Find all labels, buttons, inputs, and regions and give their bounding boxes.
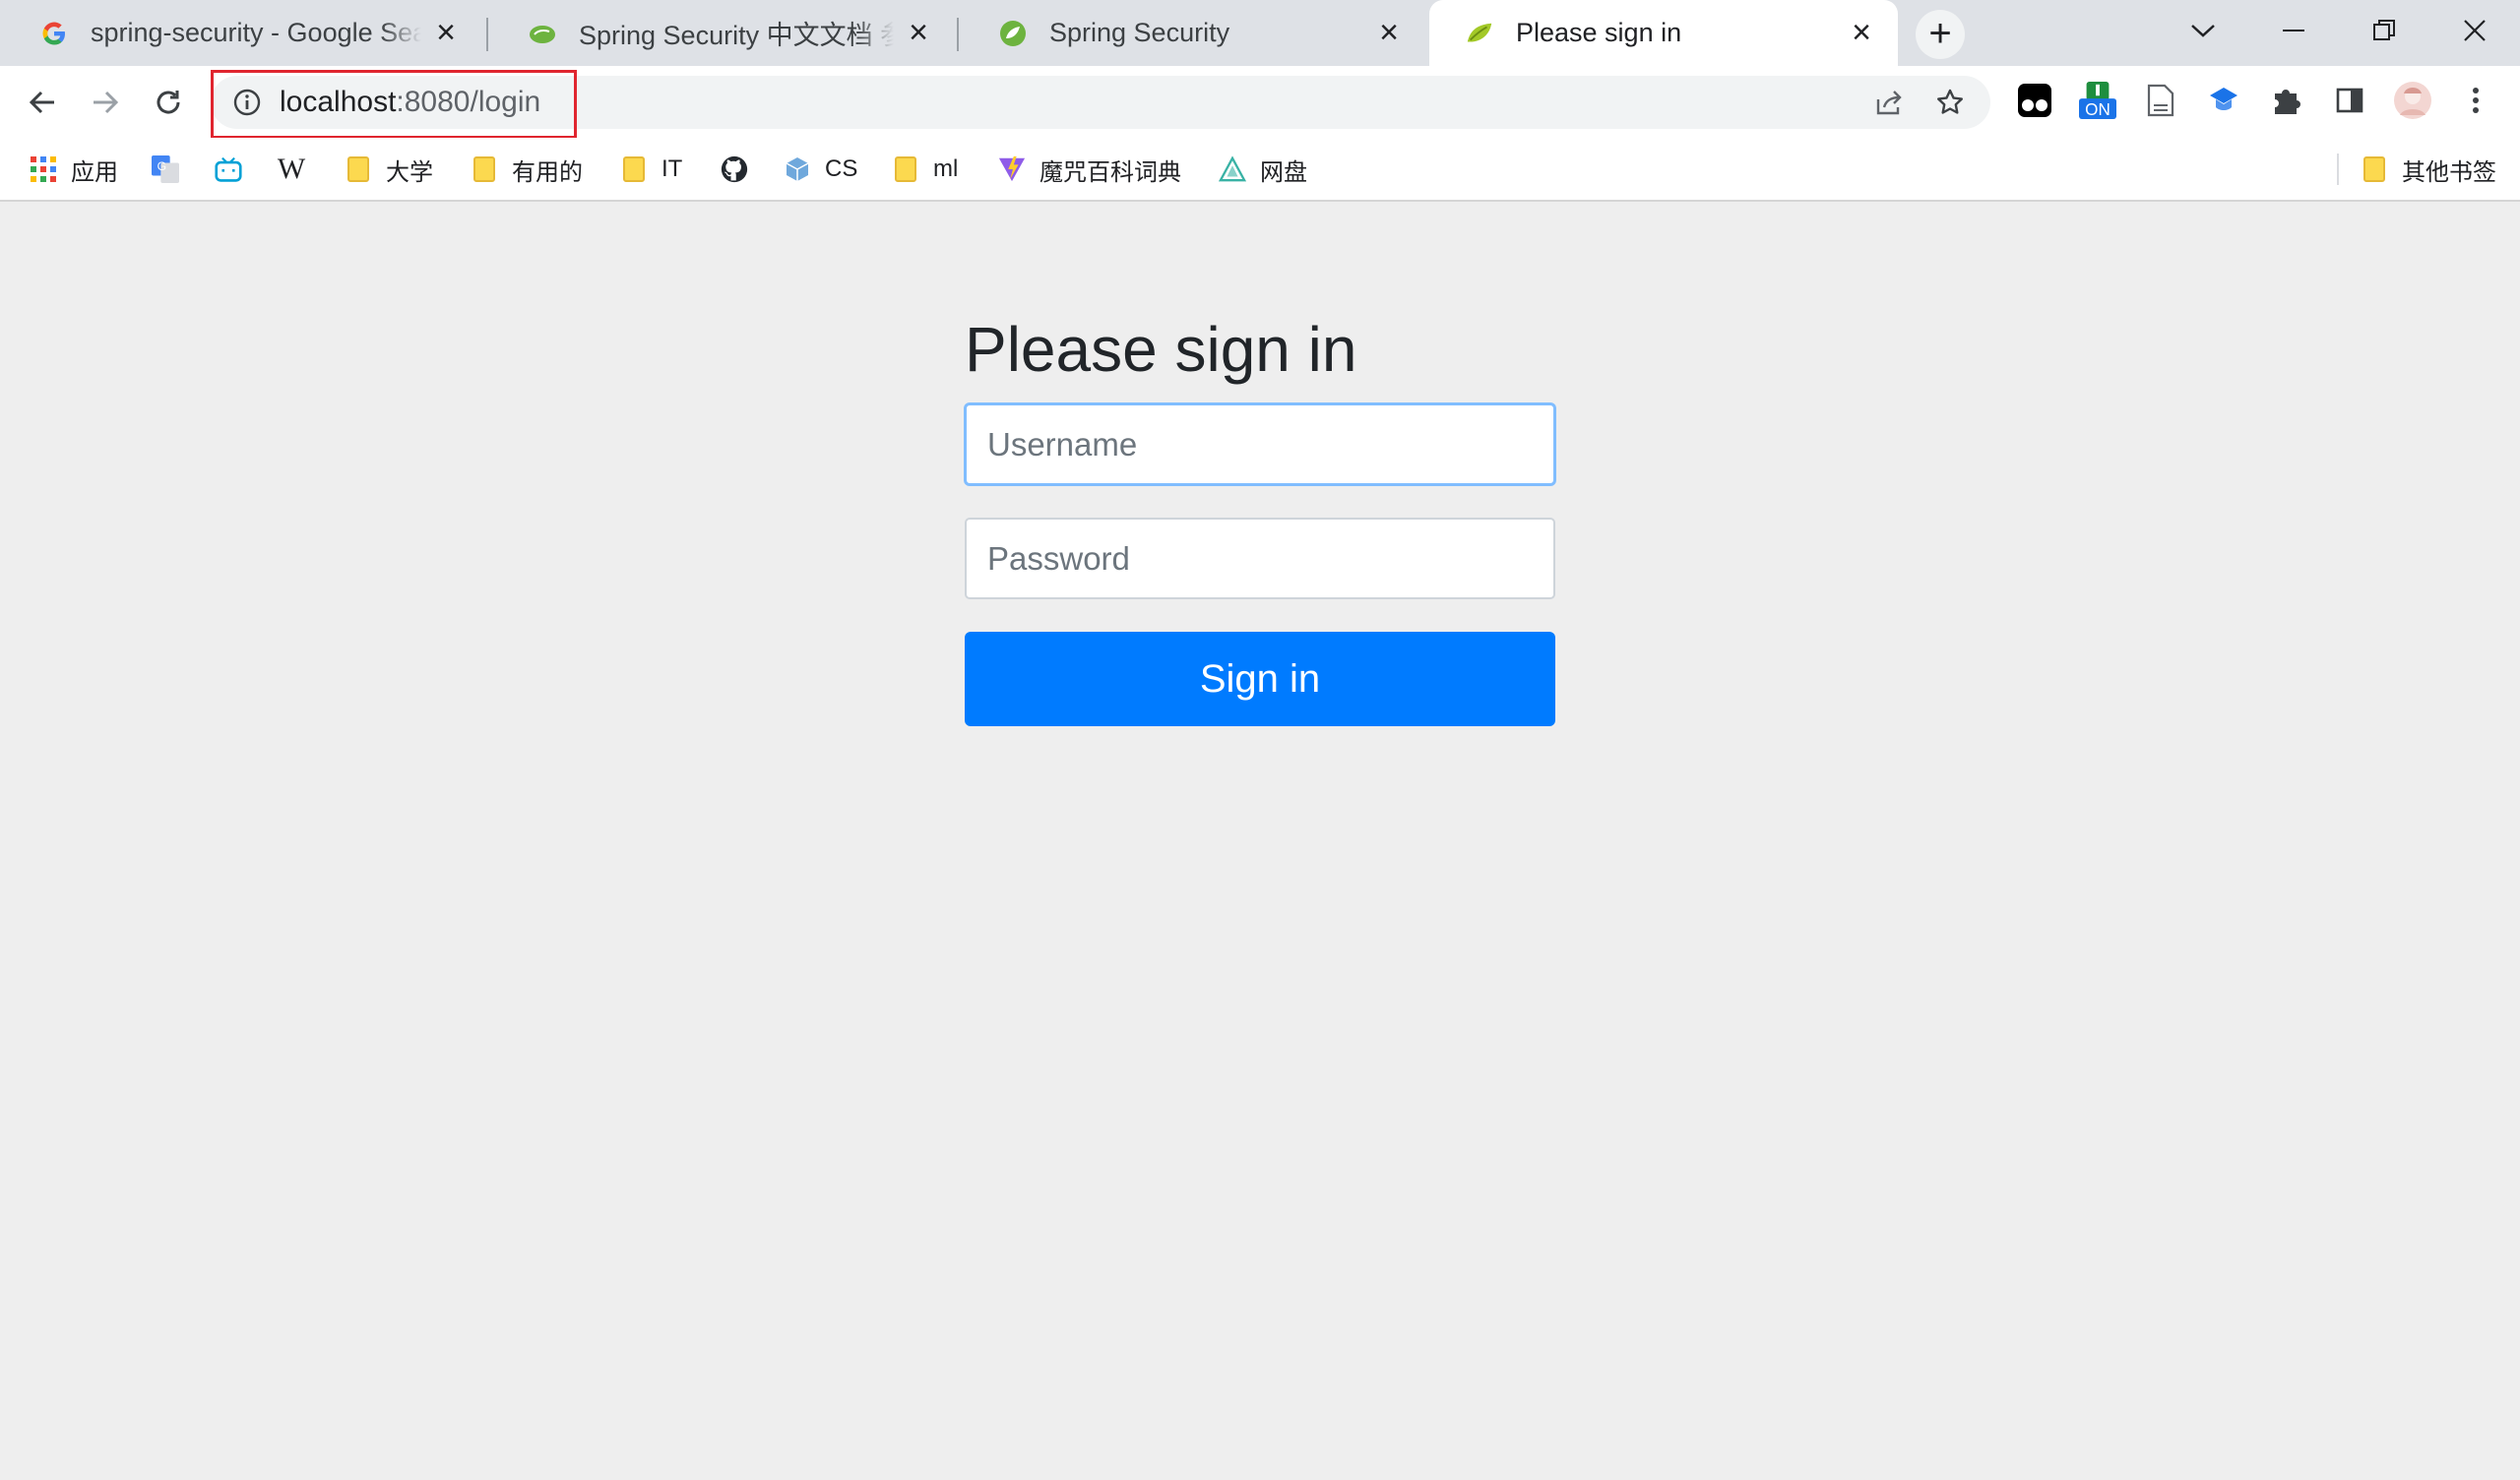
bilibili-icon xyxy=(215,155,242,183)
tab-separator xyxy=(957,18,959,51)
bookmark-cloud-drive[interactable]: 网盘 xyxy=(1219,150,1307,189)
forward-icon[interactable] xyxy=(81,78,130,127)
tab-title: spring-security - Google Search xyxy=(91,18,421,47)
bookmark-star-icon[interactable] xyxy=(1935,88,1965,117)
tab-spring-security[interactable]: Spring Security × xyxy=(963,0,1425,66)
cube-icon xyxy=(784,155,811,183)
bookmark-label: ml xyxy=(933,155,959,182)
more-vertical-icon[interactable] xyxy=(2457,82,2494,119)
bookmark-folder-it[interactable]: IT xyxy=(620,150,682,189)
google-translate-icon: G xyxy=(152,155,179,183)
folder-icon xyxy=(345,155,372,183)
bookmark-apps[interactable]: 应用 xyxy=(30,150,118,189)
bookmark-label: 网盘 xyxy=(1260,158,1307,186)
wikipedia-icon: W xyxy=(277,153,306,185)
login-form: Please sign in Sign in xyxy=(965,310,1555,726)
github-icon xyxy=(721,155,748,183)
password-input[interactable] xyxy=(965,518,1555,599)
minimize-icon[interactable] xyxy=(2254,8,2333,53)
extension-badge: ON xyxy=(2085,100,2110,119)
page-content: Please sign in Sign in xyxy=(0,204,2520,1480)
folder-icon xyxy=(620,155,648,183)
profile-avatar[interactable] xyxy=(2394,82,2431,119)
sign-in-button[interactable]: Sign in xyxy=(965,632,1555,726)
username-input[interactable] xyxy=(965,403,1555,485)
bookmark-label: CS xyxy=(825,155,858,182)
side-panel-icon[interactable] xyxy=(2331,82,2368,119)
bookmark-other-bookmarks[interactable]: 其他书签 xyxy=(2361,150,2496,189)
bookmark-label: 其他书签 xyxy=(2402,158,2496,186)
toggle-on-extension-icon[interactable]: ON xyxy=(2079,82,2116,119)
tab-search-chevron-icon[interactable] xyxy=(2164,8,2242,53)
bookmark-cs[interactable]: CS xyxy=(784,150,857,189)
apps-grid-icon xyxy=(30,155,57,183)
tab-spring-security-cn-docs[interactable]: Spring Security 中文文档 参考手册 × xyxy=(492,0,955,66)
spring-leaf-icon xyxy=(998,19,1028,48)
bookmark-github[interactable] xyxy=(721,150,762,189)
bookmark-label: 应用 xyxy=(71,158,118,186)
bookmark-label: 有用的 xyxy=(512,158,583,186)
tab-strip: spring-security - Google Search × Spring… xyxy=(0,0,2520,66)
restore-icon[interactable] xyxy=(2345,8,2424,53)
folder-icon xyxy=(892,155,919,183)
page-title: Please sign in xyxy=(965,314,1357,385)
tampermonkey-icon[interactable] xyxy=(2016,82,2053,119)
bookmark-label: 魔咒百科词典 xyxy=(1040,158,1181,186)
close-window-icon[interactable] xyxy=(2435,8,2514,53)
bookmarks-bar: 应用 G W 大学 有用的 IT CS ml 魔咒百科词典 网盘 其他书签 xyxy=(0,138,2520,202)
bookmark-google-translate[interactable]: G xyxy=(152,150,193,189)
folder-icon xyxy=(2361,155,2388,183)
url-highlight-box xyxy=(211,70,577,139)
svg-text:G: G xyxy=(158,159,166,173)
bookmark-wikipedia[interactable]: W xyxy=(278,150,319,189)
tab-close-icon[interactable]: × xyxy=(1374,16,1404,49)
new-tab-button[interactable]: + xyxy=(1916,10,1965,59)
cloud-drive-icon xyxy=(1219,155,1246,183)
spring-cloud-icon xyxy=(528,19,557,48)
tab-title: Spring Security 中文文档 参考手册 xyxy=(579,21,894,50)
google-icon xyxy=(39,19,69,48)
vite-icon xyxy=(998,155,1026,183)
mortarboard-icon[interactable] xyxy=(2205,82,2242,119)
page-icon[interactable] xyxy=(2142,82,2179,119)
bookmark-folder-ml[interactable]: ml xyxy=(892,150,958,189)
bookmark-label: IT xyxy=(662,155,683,182)
tab-title: Spring Security xyxy=(1049,18,1230,47)
reload-icon[interactable] xyxy=(144,78,193,127)
bookmark-folder-useful[interactable]: 有用的 xyxy=(471,150,583,189)
tab-separator xyxy=(486,18,488,51)
tab-please-sign-in[interactable]: Please sign in × xyxy=(1429,0,1898,66)
spring-leaf-icon xyxy=(1465,19,1494,48)
tab-title: Please sign in xyxy=(1516,18,1682,47)
bookmarks-divider xyxy=(2337,154,2339,185)
tab-close-icon[interactable]: × xyxy=(431,16,461,49)
share-icon[interactable] xyxy=(1874,88,1904,117)
tab-google-search[interactable]: spring-security - Google Search × xyxy=(4,0,482,66)
bookmark-spell-dictionary[interactable]: 魔咒百科词典 xyxy=(998,150,1181,189)
bookmark-label: 大学 xyxy=(386,158,433,186)
folder-icon xyxy=(471,155,498,183)
back-icon[interactable] xyxy=(18,78,67,127)
bookmark-folder-university[interactable]: 大学 xyxy=(345,150,433,189)
tab-close-icon[interactable]: × xyxy=(1847,16,1876,49)
tab-close-icon[interactable]: × xyxy=(904,16,933,49)
puzzle-icon[interactable] xyxy=(2268,82,2305,119)
bookmark-bilibili[interactable] xyxy=(215,150,256,189)
